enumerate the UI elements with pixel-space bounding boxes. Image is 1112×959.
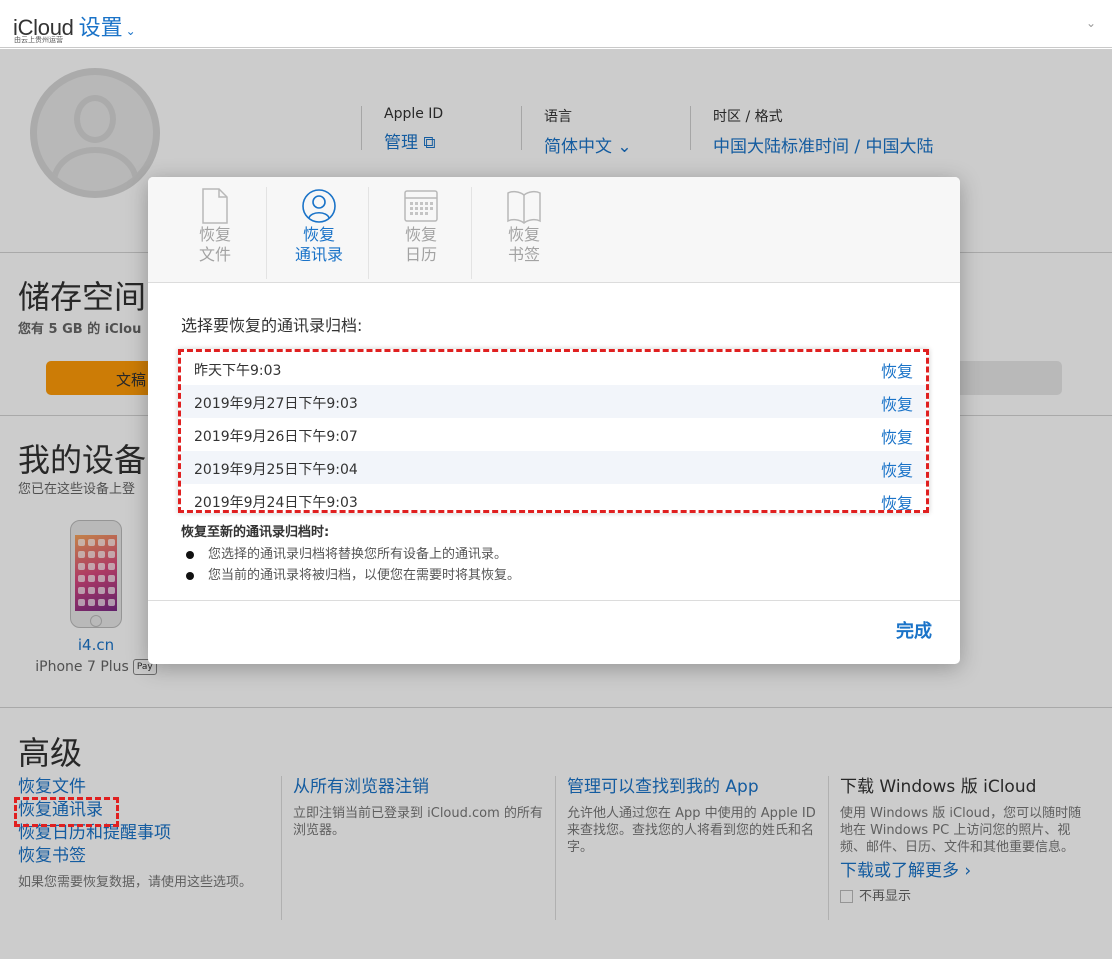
archive-date: 昨天下午9:03 bbox=[194, 363, 282, 379]
bookmark-icon bbox=[507, 190, 541, 224]
tab-separator bbox=[266, 187, 267, 279]
tab-restore-calendar[interactable]: 恢复 日历 bbox=[370, 187, 472, 277]
restore-notes: 恢复至新的通讯录归档时: 您选择的通讯录归档将替换您所有设备上的通讯录。 您当前… bbox=[181, 521, 921, 586]
tab-separator bbox=[368, 187, 369, 279]
contacts-icon bbox=[302, 189, 336, 223]
archive-list: 昨天下午9:03 恢复 2019年9月27日下午9:03 恢复 2019年9月2… bbox=[178, 349, 929, 513]
footer-divider bbox=[148, 600, 960, 601]
archive-date: 2019年9月25日下午9:04 bbox=[194, 462, 358, 478]
chevron-down-icon: ⌄ bbox=[125, 24, 136, 38]
notes-heading: 恢复至新的通讯录归档时: bbox=[181, 525, 330, 540]
brand-subtitle: 由云上贵州运营 bbox=[14, 36, 63, 44]
document-icon bbox=[202, 188, 228, 224]
archive-row: 2019年9月26日下午9:07 恢复 bbox=[181, 418, 926, 451]
highlight-box-restore-contacts bbox=[14, 797, 119, 827]
restore-contacts-dialog: 恢复 文件 恢复 通讯录 恢复 日历 恢复 书签 选择要恢复的通讯录归档: 昨天… bbox=[148, 177, 960, 664]
restore-button[interactable]: 恢复 bbox=[881, 391, 913, 415]
archive-row: 2019年9月25日下午9:04 恢复 bbox=[181, 451, 926, 484]
restore-button[interactable]: 恢复 bbox=[881, 490, 913, 510]
archive-date: 2019年9月26日下午9:07 bbox=[194, 429, 358, 445]
tab-restore-bookmarks[interactable]: 恢复 书签 bbox=[473, 187, 575, 277]
archive-row: 昨天下午9:03 恢复 bbox=[181, 352, 926, 385]
top-bar: iCloud 设置 ⌄ 由云上贵州运营 ⌄ bbox=[0, 0, 1112, 48]
done-button[interactable]: 完成 bbox=[896, 617, 932, 643]
tab-separator bbox=[471, 187, 472, 279]
note-item: 您选择的通讯录归档将替换您所有设备上的通讯录。 bbox=[181, 544, 921, 565]
archive-date: 2019年9月24日下午9:03 bbox=[194, 495, 358, 511]
restore-button[interactable]: 恢复 bbox=[881, 457, 913, 481]
archive-date: 2019年9月27日下午9:03 bbox=[194, 396, 358, 412]
archive-row: 2019年9月27日下午9:03 恢复 bbox=[181, 385, 926, 418]
note-item: 您当前的通讯录将被归档，以便您在需要时将其恢复。 bbox=[181, 565, 921, 586]
tab-restore-files[interactable]: 恢复 文件 bbox=[164, 187, 266, 277]
restore-tabs: 恢复 文件 恢复 通讯录 恢复 日历 恢复 书签 bbox=[148, 177, 960, 283]
notes-list: 您选择的通讯录归档将替换您所有设备上的通讯录。 您当前的通讯录将被归档，以便您在… bbox=[181, 544, 921, 586]
archive-row: 2019年9月24日下午9:03 恢复 bbox=[181, 484, 926, 511]
restore-button[interactable]: 恢复 bbox=[881, 424, 913, 448]
restore-button[interactable]: 恢复 bbox=[881, 358, 913, 382]
dialog-title: 选择要恢复的通讯录归档: bbox=[181, 316, 363, 335]
calendar-icon bbox=[404, 190, 438, 222]
tab-restore-contacts[interactable]: 恢复 通讯录 bbox=[268, 187, 370, 277]
settings-title: 设置 bbox=[78, 16, 123, 41]
account-chevron-icon[interactable]: ⌄ bbox=[1086, 16, 1096, 30]
